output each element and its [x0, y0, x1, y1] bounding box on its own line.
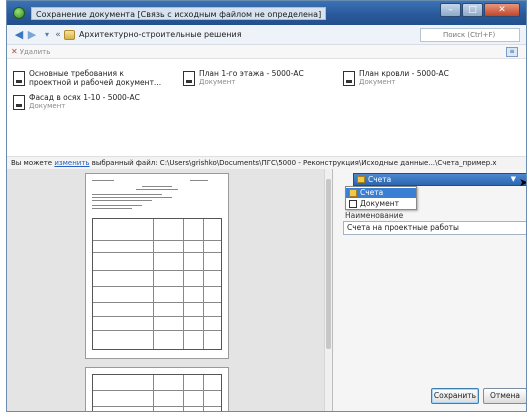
file-item[interactable]: Основные требования к проектной и рабоче…	[13, 69, 173, 95]
preview-table-column	[203, 375, 204, 411]
mouse-cursor-icon: ➤	[519, 177, 526, 189]
preview-table-row	[93, 241, 221, 253]
preview-line	[92, 180, 114, 181]
save-form: Счета ▼ ➤ Счета Документ Наименование Сч…	[333, 169, 526, 411]
save-document-dialog: Сохранение документа [Связь с исходным ф…	[6, 0, 527, 412]
document-preview[interactable]	[7, 169, 333, 411]
preview-table-column	[153, 219, 154, 349]
info-path: выбранный файл: C:\Users\grishko\Documen…	[89, 159, 497, 167]
document-icon	[343, 71, 355, 86]
preview-line	[92, 197, 172, 198]
document-icon	[349, 200, 357, 208]
document-icon	[13, 71, 25, 86]
file-name: План 1-го этажа - 5000-АС	[199, 69, 304, 78]
chevrons-icon[interactable]: «	[52, 29, 64, 41]
forward-arrow-icon[interactable]: ▶	[26, 29, 38, 41]
file-item[interactable]: План кровли - 5000-АС Документ	[343, 69, 493, 95]
name-label: Наименование	[345, 211, 404, 220]
file-name: План кровли - 5000-АС	[359, 69, 449, 78]
folder-select[interactable]: Счета ▼	[353, 173, 526, 186]
chevron-down-icon: ▼	[510, 175, 516, 183]
preview-table-row	[93, 391, 221, 407]
document-icon	[13, 95, 25, 110]
navigation-bar: ◀ ▶ ▾ « Архитектурно-строительные решени…	[7, 25, 526, 45]
document-icon	[183, 71, 195, 86]
window-controls: – □ ✕	[440, 3, 520, 17]
folder-dropdown-list: Счета Документ	[345, 186, 417, 210]
preview-line	[92, 200, 152, 201]
file-item[interactable]: План 1-го этажа - 5000-АС Документ	[183, 69, 333, 95]
file-name: Основные требования к	[29, 69, 124, 78]
preview-page	[85, 173, 229, 359]
preview-table	[92, 218, 222, 350]
search-input[interactable]: Поиск (Ctrl+F)	[420, 28, 520, 42]
dropdown-option-label: Документ	[360, 199, 399, 208]
file-type: Документ	[29, 102, 66, 110]
preview-page	[85, 367, 229, 411]
folder-icon	[357, 176, 365, 183]
save-button[interactable]: Сохранить	[431, 388, 479, 404]
preview-line	[190, 180, 208, 181]
preview-line	[92, 194, 162, 195]
app-icon	[13, 7, 25, 19]
preview-table-column	[183, 375, 184, 411]
file-list: Основные требования к проектной и рабоче…	[7, 59, 526, 157]
folder-select-value: Счета	[368, 175, 392, 184]
maximize-button[interactable]: □	[462, 3, 483, 17]
scrollbar-thumb[interactable]	[326, 179, 331, 349]
dropdown-option-invoices[interactable]: Счета	[346, 188, 416, 198]
preview-table-row	[93, 219, 221, 241]
title-bar[interactable]: Сохранение документа [Связь с исходным ф…	[7, 1, 526, 25]
toolbar: ✕ Удалить ≡	[7, 45, 526, 59]
delete-label: Удалить	[19, 48, 51, 56]
name-input[interactable]: Счета на проектные работы	[343, 221, 526, 235]
file-item[interactable]: Фасад в осях 1-10 - 5000-АС Документ	[13, 93, 173, 119]
dropdown-option-label: Счета	[360, 188, 384, 197]
preview-line	[136, 189, 178, 190]
close-button[interactable]: ✕	[484, 3, 520, 17]
folder-icon	[64, 30, 75, 40]
file-type: Документ	[359, 78, 396, 86]
dropdown-option-document[interactable]: Документ	[346, 199, 416, 209]
preview-table-row	[93, 253, 221, 271]
file-name-line2: проектной и рабочей документ...	[29, 78, 162, 87]
back-arrow-icon[interactable]: ◀	[13, 29, 25, 41]
preview-table-row	[93, 407, 221, 411]
info-prefix: Вы можете	[11, 159, 55, 167]
file-type: Документ	[199, 78, 236, 86]
view-mode-icon[interactable]: ≡	[506, 47, 518, 57]
delete-icon: ✕	[11, 47, 18, 56]
minimize-button[interactable]: –	[440, 3, 461, 17]
preview-table	[92, 374, 222, 411]
preview-table-row	[93, 287, 221, 303]
preview-line	[92, 205, 142, 206]
preview-scrollbar[interactable]	[324, 169, 332, 411]
preview-table-row	[93, 303, 221, 317]
cancel-button[interactable]: Отмена	[483, 388, 526, 404]
change-file-link[interactable]: изменить	[54, 159, 89, 167]
preview-table-column	[153, 375, 154, 411]
preview-table-column	[183, 219, 184, 349]
breadcrumb[interactable]: Архитектурно-строительные решения	[79, 30, 242, 39]
preview-table-row	[93, 317, 221, 331]
folder-icon	[349, 189, 357, 197]
preview-table-row	[93, 271, 221, 287]
preview-line	[92, 208, 132, 209]
window-title: Сохранение документа [Связь с исходным ф…	[31, 7, 327, 20]
preview-table-row	[93, 331, 221, 345]
file-name: Фасад в осях 1-10 - 5000-АС	[29, 93, 140, 102]
preview-table-row	[93, 375, 221, 391]
source-file-info: Вы можете изменить выбранный файл: C:\Us…	[7, 157, 526, 169]
preview-line	[142, 186, 172, 187]
delete-button[interactable]: ✕ Удалить	[11, 47, 50, 56]
preview-table-column	[203, 219, 204, 349]
